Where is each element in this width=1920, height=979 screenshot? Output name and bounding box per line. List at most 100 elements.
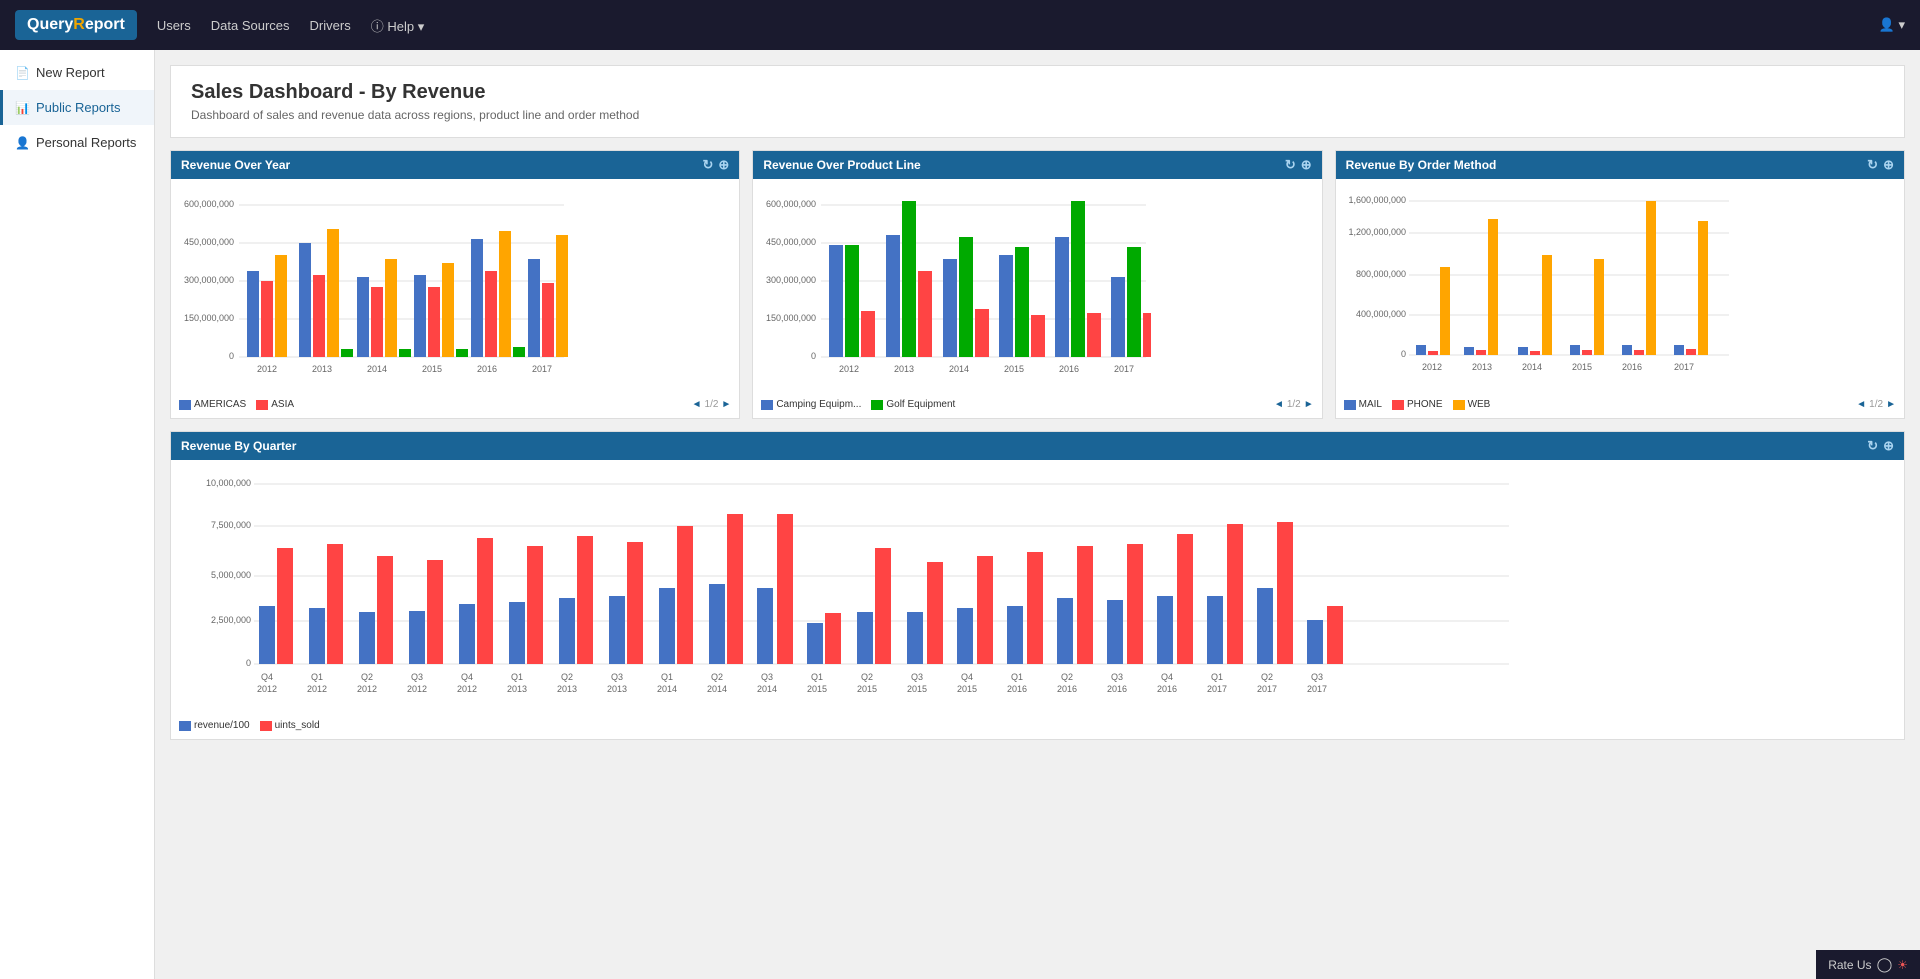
revenue-by-order-svg: 1,600,000,000 1,200,000,000 800,000,000 …	[1344, 187, 1734, 387]
svg-text:600,000,000: 600,000,000	[184, 199, 234, 209]
chart-revenue-over-product-icons: ↻ ⊕	[1285, 157, 1312, 173]
svg-text:2012: 2012	[357, 684, 377, 694]
public-reports-icon: 📊	[15, 101, 30, 115]
svg-text:2015: 2015	[422, 364, 442, 374]
svg-text:Q1: Q1	[1011, 672, 1023, 682]
legend-next-3[interactable]: ►	[1886, 399, 1896, 410]
svg-text:2013: 2013	[507, 684, 527, 694]
refresh-icon-2[interactable]: ↻	[1285, 157, 1296, 173]
chart-revenue-by-order-legend: MAIL PHONE WEB ◄ 1/2 ►	[1336, 395, 1904, 418]
footer: Rate Us ◯ ☀	[1816, 950, 1920, 979]
legend-label-camping: Camping Equipm...	[776, 399, 861, 410]
svg-text:2014: 2014	[949, 364, 969, 374]
legend-dot-web	[1453, 400, 1465, 410]
legend-dot-asia	[256, 400, 268, 410]
settings-icon-4[interactable]: ⊕	[1883, 438, 1894, 454]
svg-text:2015: 2015	[857, 684, 877, 694]
svg-text:Q3: Q3	[411, 672, 423, 682]
chart-revenue-over-year-body: 600,000,000 450,000,000 300,000,000 150,…	[171, 179, 739, 395]
chart-revenue-by-order-header: Revenue By Order Method ↻ ⊕	[1336, 151, 1904, 179]
legend-prev-2[interactable]: ◄	[1274, 399, 1284, 410]
svg-text:5,000,000: 5,000,000	[211, 570, 251, 580]
svg-text:10,000,000: 10,000,000	[206, 478, 251, 488]
refresh-icon-4[interactable]: ↻	[1867, 438, 1878, 454]
svg-text:Q2: Q2	[711, 672, 723, 682]
legend-label-units-sold: uints_sold	[275, 720, 320, 731]
chart-revenue-over-year-icons: ↻ ⊕	[703, 157, 730, 173]
svg-text:150,000,000: 150,000,000	[184, 313, 234, 323]
refresh-icon-3[interactable]: ↻	[1867, 157, 1878, 173]
svg-text:2016: 2016	[1107, 684, 1127, 694]
github-icon[interactable]: ◯	[1877, 956, 1893, 973]
chart-revenue-over-year-title: Revenue Over Year	[181, 158, 290, 172]
svg-text:2013: 2013	[607, 684, 627, 694]
svg-text:2015: 2015	[807, 684, 827, 694]
svg-text:600,000,000: 600,000,000	[766, 199, 816, 209]
svg-text:2016: 2016	[1622, 362, 1642, 372]
brand-logo[interactable]: QueryReport	[15, 10, 137, 40]
revenue-by-quarter-svg: 10,000,000 7,500,000 5,000,000 2,500,000…	[179, 468, 1519, 708]
svg-text:2014: 2014	[707, 684, 727, 694]
legend-revenue100: revenue/100	[179, 720, 250, 731]
legend-page-2: 1/2	[1287, 399, 1301, 410]
chart-revenue-over-product-legend: Camping Equipm... Golf Equipment ◄ 1/2 ►	[753, 395, 1321, 418]
legend-prev-3[interactable]: ◄	[1856, 399, 1866, 410]
svg-text:2015: 2015	[957, 684, 977, 694]
svg-text:1,200,000,000: 1,200,000,000	[1348, 227, 1406, 237]
svg-text:2016: 2016	[477, 364, 497, 374]
chart-revenue-over-product-header: Revenue Over Product Line ↻ ⊕	[753, 151, 1321, 179]
svg-text:2013: 2013	[894, 364, 914, 374]
footer-icon2: ☀	[1897, 958, 1908, 972]
svg-text:Q1: Q1	[811, 672, 823, 682]
legend-nav-1: ◄ 1/2 ►	[692, 399, 732, 410]
legend-label-asia: ASIA	[271, 399, 294, 410]
legend-dot-mail	[1344, 400, 1356, 410]
svg-text:450,000,000: 450,000,000	[766, 237, 816, 247]
legend-next-2[interactable]: ►	[1304, 399, 1314, 410]
legend-next-1[interactable]: ►	[721, 399, 731, 410]
svg-text:Q1: Q1	[661, 672, 673, 682]
svg-text:2017: 2017	[532, 364, 552, 374]
user-menu[interactable]: 👤 ▾	[1879, 17, 1905, 33]
svg-text:2012: 2012	[257, 364, 277, 374]
chart-revenue-by-quarter: Revenue By Quarter ↻ ⊕ 10,000,000 7,500,…	[170, 431, 1905, 740]
legend-dot-camping	[761, 400, 773, 410]
svg-text:Q4: Q4	[461, 672, 473, 682]
refresh-icon-1[interactable]: ↻	[703, 157, 714, 173]
chart-revenue-by-order-title: Revenue By Order Method	[1346, 158, 1497, 172]
legend-nav-3: ◄ 1/2 ►	[1856, 399, 1896, 410]
navbar: QueryReport Users Data Sources Drivers ⓘ…	[0, 0, 1920, 50]
chart-revenue-over-product: Revenue Over Product Line ↻ ⊕ 600,000,00…	[752, 150, 1322, 419]
svg-text:2,500,000: 2,500,000	[211, 615, 251, 625]
legend-prev-1[interactable]: ◄	[692, 399, 702, 410]
sidebar-item-personal-reports[interactable]: 👤 Personal Reports	[0, 125, 154, 160]
chart-revenue-by-order: Revenue By Order Method ↻ ⊕ 1,600,000,00…	[1335, 150, 1905, 419]
svg-text:1,600,000,000: 1,600,000,000	[1348, 195, 1406, 205]
svg-text:Q2: Q2	[561, 672, 573, 682]
svg-text:2015: 2015	[907, 684, 927, 694]
legend-dot-golf	[871, 400, 883, 410]
charts-top-row: Revenue Over Year ↻ ⊕ 600,000,000 450,00…	[170, 150, 1905, 419]
svg-text:800,000,000: 800,000,000	[1356, 269, 1406, 279]
nav-drivers[interactable]: Drivers	[310, 18, 351, 33]
settings-icon-2[interactable]: ⊕	[1301, 157, 1312, 173]
svg-text:Q3: Q3	[1111, 672, 1123, 682]
chart-revenue-by-order-icons: ↻ ⊕	[1867, 157, 1894, 173]
legend-mail: MAIL	[1344, 399, 1382, 410]
svg-text:Q4: Q4	[1161, 672, 1173, 682]
svg-text:2015: 2015	[1004, 364, 1024, 374]
legend-label-phone: PHONE	[1407, 399, 1443, 410]
nav-data-sources[interactable]: Data Sources	[211, 18, 290, 33]
nav-users[interactable]: Users	[157, 18, 191, 33]
settings-icon-1[interactable]: ⊕	[718, 157, 729, 173]
svg-text:Q3: Q3	[611, 672, 623, 682]
svg-text:Q3: Q3	[761, 672, 773, 682]
sidebar-item-public-reports[interactable]: 📊 Public Reports	[0, 90, 154, 125]
svg-text:2012: 2012	[457, 684, 477, 694]
svg-text:2012: 2012	[839, 364, 859, 374]
svg-text:Q2: Q2	[361, 672, 373, 682]
sidebar-item-new-report[interactable]: 📄 New Report	[0, 55, 154, 90]
nav-help[interactable]: ⓘ Help ▾	[371, 16, 425, 35]
svg-text:150,000,000: 150,000,000	[766, 313, 816, 323]
settings-icon-3[interactable]: ⊕	[1883, 157, 1894, 173]
